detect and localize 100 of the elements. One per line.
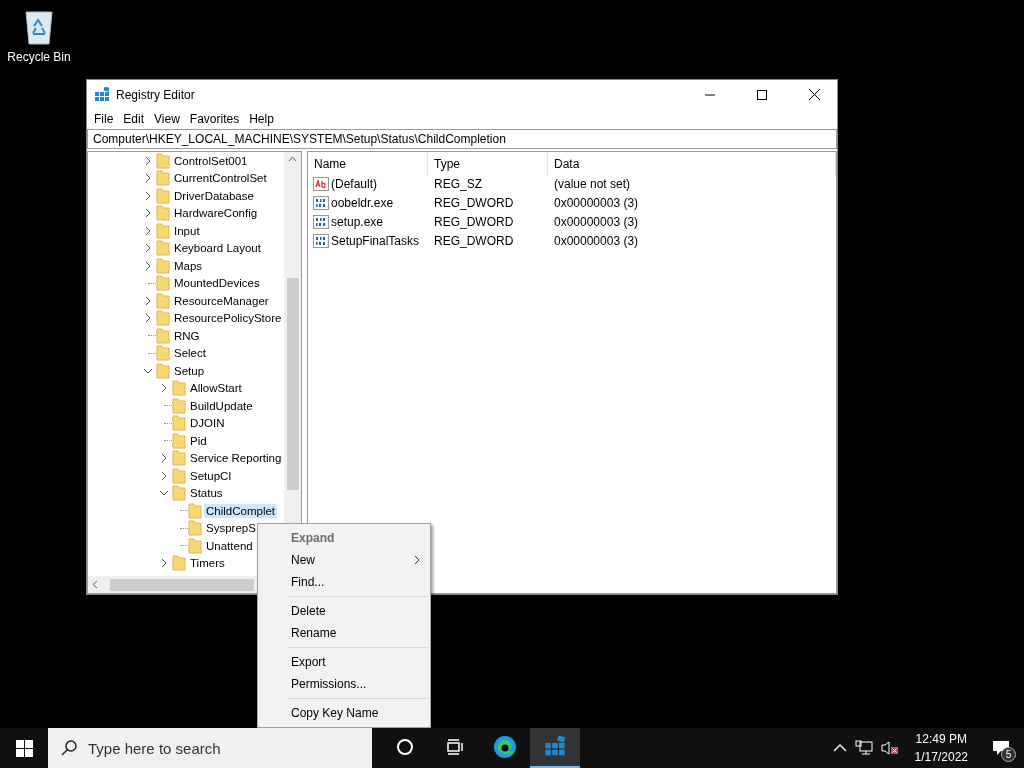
menu-item[interactable]: Edit: [118, 112, 150, 126]
windows-logo-icon: [15, 739, 33, 757]
clock-date[interactable]: 1/17/2022: [914, 750, 968, 764]
menu-option[interactable]: Permissions...: [258, 673, 430, 695]
folder-icon: [156, 205, 170, 222]
value-name: (Default): [331, 176, 377, 191]
menu-item[interactable]: Favorites: [184, 112, 245, 126]
chevron-up-icon[interactable]: [832, 744, 847, 752]
tree-item[interactable]: ChildComplet: [204, 503, 278, 518]
window-title: Registry Editor: [116, 87, 196, 102]
folder-icon: [172, 485, 186, 502]
close-icon: [808, 89, 820, 100]
value-name: SetupFinalTasks: [331, 233, 420, 248]
binary-value-icon: [313, 214, 329, 229]
menu-option[interactable]: Export: [258, 651, 430, 673]
menu-item[interactable]: Help: [244, 112, 279, 126]
value-type: REG_DWORD: [433, 195, 515, 210]
binary-value-icon: [313, 233, 329, 248]
chevron-right-icon[interactable]: [144, 261, 152, 270]
chevron-right-icon[interactable]: [144, 226, 152, 235]
chevron-right-icon[interactable]: [144, 156, 152, 165]
tree-item[interactable]: DriverDatabase: [172, 188, 256, 203]
value-type: REG_SZ: [433, 176, 483, 191]
chevron-right-icon[interactable]: [144, 314, 152, 323]
tree-item[interactable]: Setup: [172, 363, 207, 378]
tree-item[interactable]: DJOIN: [188, 416, 227, 431]
menu-option[interactable]: Rename: [258, 622, 430, 644]
menu-option[interactable]: Delete: [258, 600, 430, 622]
value-data: 0x00000003 (3): [553, 195, 640, 210]
tree-item[interactable]: Service Reporting: [188, 451, 284, 466]
folder-icon: [156, 222, 170, 239]
value-type: REG_DWORD: [433, 233, 515, 248]
value-type: REG_DWORD: [433, 214, 515, 229]
chevron-down-icon[interactable]: [160, 489, 168, 498]
tree-item[interactable]: AllowStart: [188, 381, 244, 396]
folder-icon: [172, 380, 186, 397]
tree-item[interactable]: Select: [172, 346, 208, 361]
folder-icon: [172, 555, 186, 572]
chevron-right-icon[interactable]: [160, 559, 168, 568]
address-bar[interactable]: Computer\HKEY_LOCAL_MACHINE\SYSTEM\Setup\Status\ChildCompletion: [87, 129, 837, 149]
column-header[interactable]: Name: [308, 152, 428, 176]
folder-icon: [156, 152, 170, 169]
tree-item[interactable]: Maps: [172, 258, 205, 273]
notification-button[interactable]: 5: [984, 728, 1018, 768]
tree-item[interactable]: ResourcePolicyStore: [172, 311, 284, 326]
tree-item[interactable]: Input: [172, 223, 202, 238]
circle-icon: [396, 738, 414, 756]
menu-item[interactable]: View: [149, 112, 185, 126]
value-data: 0x00000003 (3): [553, 214, 640, 229]
tree-item[interactable]: HardwareConfig: [172, 206, 260, 221]
chevron-right-icon[interactable]: [144, 174, 152, 183]
chevron-right-icon[interactable]: [160, 471, 168, 480]
folder-icon: [156, 170, 170, 187]
search-field[interactable]: Type here to search: [48, 728, 372, 768]
browser-icon[interactable]: [493, 735, 517, 759]
tree-item[interactable]: Timers: [188, 556, 227, 571]
menu-option[interactable]: Copy Key Name: [258, 702, 430, 724]
folder-icon: [188, 502, 202, 519]
chevron-right-icon[interactable]: [160, 454, 168, 463]
tree-item[interactable]: ControlSet001: [172, 153, 250, 168]
folder-icon: [188, 537, 202, 554]
value-name: setup.exe: [331, 214, 384, 229]
tree-item[interactable]: ResourceManager: [172, 293, 271, 308]
tree-item[interactable]: MountedDevices: [172, 276, 262, 291]
tree-item[interactable]: Pid: [188, 433, 209, 448]
tree-item[interactable]: CurrentControlSet: [172, 171, 269, 186]
folder-icon: [156, 187, 170, 204]
chevron-right-icon[interactable]: [144, 244, 152, 253]
tree-item[interactable]: BuildUpdate: [188, 398, 255, 413]
folder-icon: [156, 275, 170, 292]
tree-item[interactable]: RNG: [172, 328, 202, 343]
chevron-right-icon[interactable]: [144, 191, 152, 200]
folder-icon: [172, 415, 186, 432]
folder-icon: [156, 327, 170, 344]
chevron-right-icon[interactable]: [160, 384, 168, 393]
menu-option[interactable]: New: [258, 549, 430, 571]
folder-icon: [156, 362, 170, 379]
folder-icon: [156, 257, 170, 274]
folder-icon: [156, 310, 170, 327]
column-header[interactable]: Type: [428, 152, 548, 176]
chevron-down-icon[interactable]: [144, 366, 152, 375]
muted-speaker-icon[interactable]: [880, 740, 899, 756]
folder-icon: [172, 432, 186, 449]
menu-item[interactable]: File: [89, 112, 119, 126]
tree-item[interactable]: Status: [188, 486, 225, 501]
column-header[interactable]: Data: [548, 152, 836, 176]
menu-option[interactable]: Find...: [258, 571, 430, 593]
tree-item[interactable]: Keyboard Layout: [172, 241, 263, 256]
folder-icon: [188, 520, 202, 537]
tree-item[interactable]: Unattend: [204, 538, 255, 553]
task-view-icon: [446, 739, 464, 755]
network-icon[interactable]: [854, 740, 873, 756]
tree-item[interactable]: SetupCI: [188, 468, 234, 483]
search-icon: [60, 739, 78, 757]
value-name: oobeldr.exe: [331, 195, 394, 210]
chevron-right-icon[interactable]: [144, 209, 152, 218]
chevron-right-icon[interactable]: [144, 296, 152, 305]
clock-time[interactable]: 12:49 PM: [915, 732, 967, 746]
tree-item[interactable]: SysprepS: [204, 521, 258, 536]
folder-icon: [172, 397, 186, 414]
